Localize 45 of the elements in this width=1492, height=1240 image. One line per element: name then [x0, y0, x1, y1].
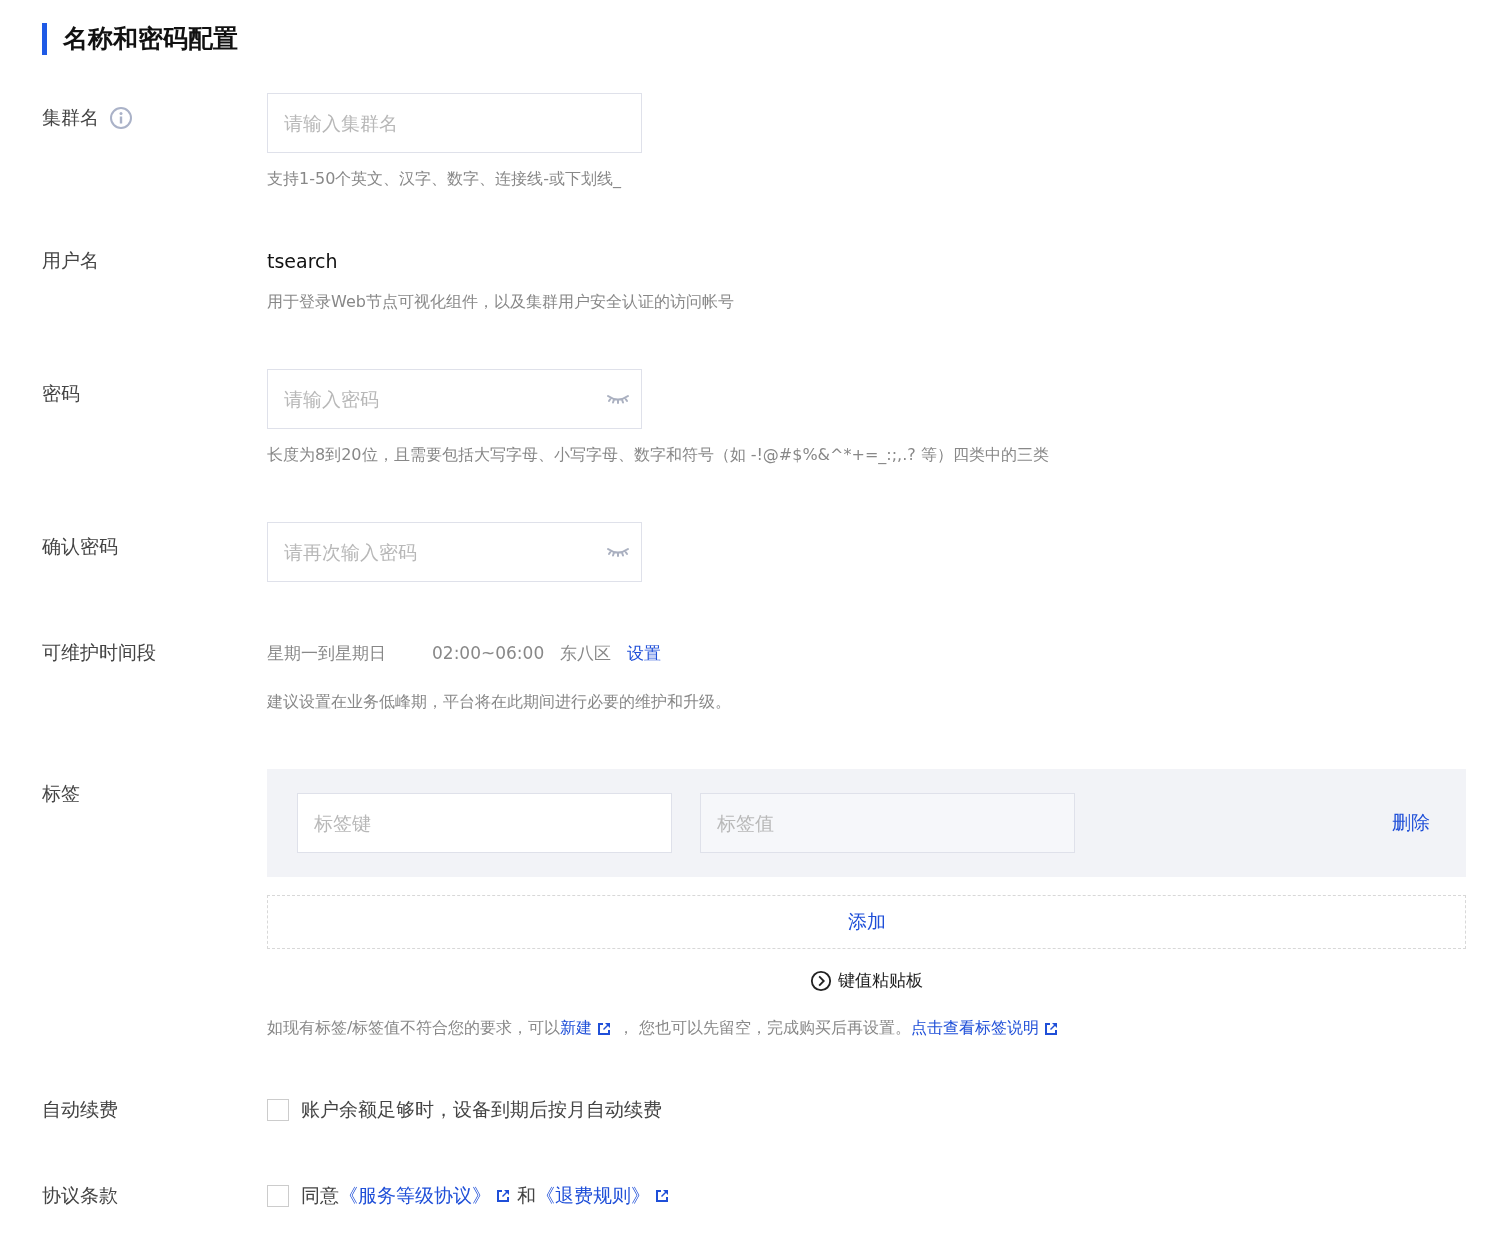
delete-button[interactable]: 删除	[1386, 809, 1436, 837]
settings-link[interactable]: 设置	[627, 641, 662, 665]
external-link-icon	[654, 1188, 670, 1204]
field-label: 确认密码	[42, 534, 118, 559]
link[interactable]: 《服务等级协议》	[339, 1183, 491, 1209]
hint-text: ， 您也可以先留空，完成购买后再设置。	[618, 1018, 912, 1039]
field-label: 可维护时间段	[42, 640, 156, 665]
hint-text: 如现有标签/标签值不符合您的要求，可以	[267, 1018, 561, 1039]
days-text: 星期一到星期日	[267, 641, 386, 665]
link[interactable]: 新建	[560, 1018, 593, 1039]
field-label: 密码	[42, 381, 80, 406]
hint-text: 建议设置在业务低峰期，平台将在此期间进行必要的维护和升级。	[267, 692, 732, 713]
field-label: 集群名	[42, 105, 99, 130]
add-button[interactable]: 添加	[267, 895, 1466, 949]
password-field[interactable]: 请再次输入密码	[267, 522, 642, 582]
field-label: 自动续费	[42, 1097, 118, 1122]
hint-text: 用于登录Web节点可视化组件，以及集群用户安全认证的访问帐号	[267, 292, 735, 313]
field-label: 协议条款	[42, 1183, 118, 1208]
section-title: 名称和密码配置	[63, 23, 238, 55]
checkbox[interactable]	[267, 1099, 289, 1121]
external-link-icon	[596, 1020, 613, 1037]
checkbox-label: 和	[517, 1183, 536, 1208]
closed-eye-icon[interactable]	[606, 393, 630, 405]
checkbox-label: 同意	[301, 1183, 339, 1208]
clipboard-button[interactable]: 键值粘贴板	[810, 969, 923, 992]
time-text: 02:00~06:00	[432, 643, 545, 663]
info-icon[interactable]	[109, 106, 133, 130]
external-link-icon	[495, 1188, 511, 1204]
hint-text: 支持1-50个英文、汉字、数字、连接线-或下划线_	[267, 169, 623, 190]
field-label: 用户名	[42, 248, 99, 273]
tag-value-field[interactable]: 标签值	[700, 793, 1075, 853]
username-value: tsearch	[267, 249, 339, 274]
link[interactable]: 《退费规则》	[536, 1183, 650, 1209]
link[interactable]: 点击查看标签说明	[911, 1018, 1040, 1039]
external-link-icon	[1043, 1020, 1060, 1037]
password-field[interactable]: 请输入密码	[267, 369, 642, 429]
tag-key-field[interactable]: 标签键	[297, 793, 672, 853]
timezone-text: 东八区	[560, 641, 612, 665]
field-label: 标签	[42, 781, 80, 806]
input-field[interactable]: 请输入集群名	[267, 93, 642, 153]
closed-eye-icon[interactable]	[606, 546, 630, 558]
checkbox[interactable]	[267, 1185, 289, 1207]
chevron-circle-icon	[810, 969, 832, 992]
hint-text: 长度为8到20位，且需要包括大写字母、小写字母、数字和符号（如 -!@#$%&^*+=_:;,.? 等）四类中的三类	[267, 445, 1050, 466]
checkbox-label: 账户余额足够时，设备到期后按月自动续费	[301, 1097, 662, 1122]
